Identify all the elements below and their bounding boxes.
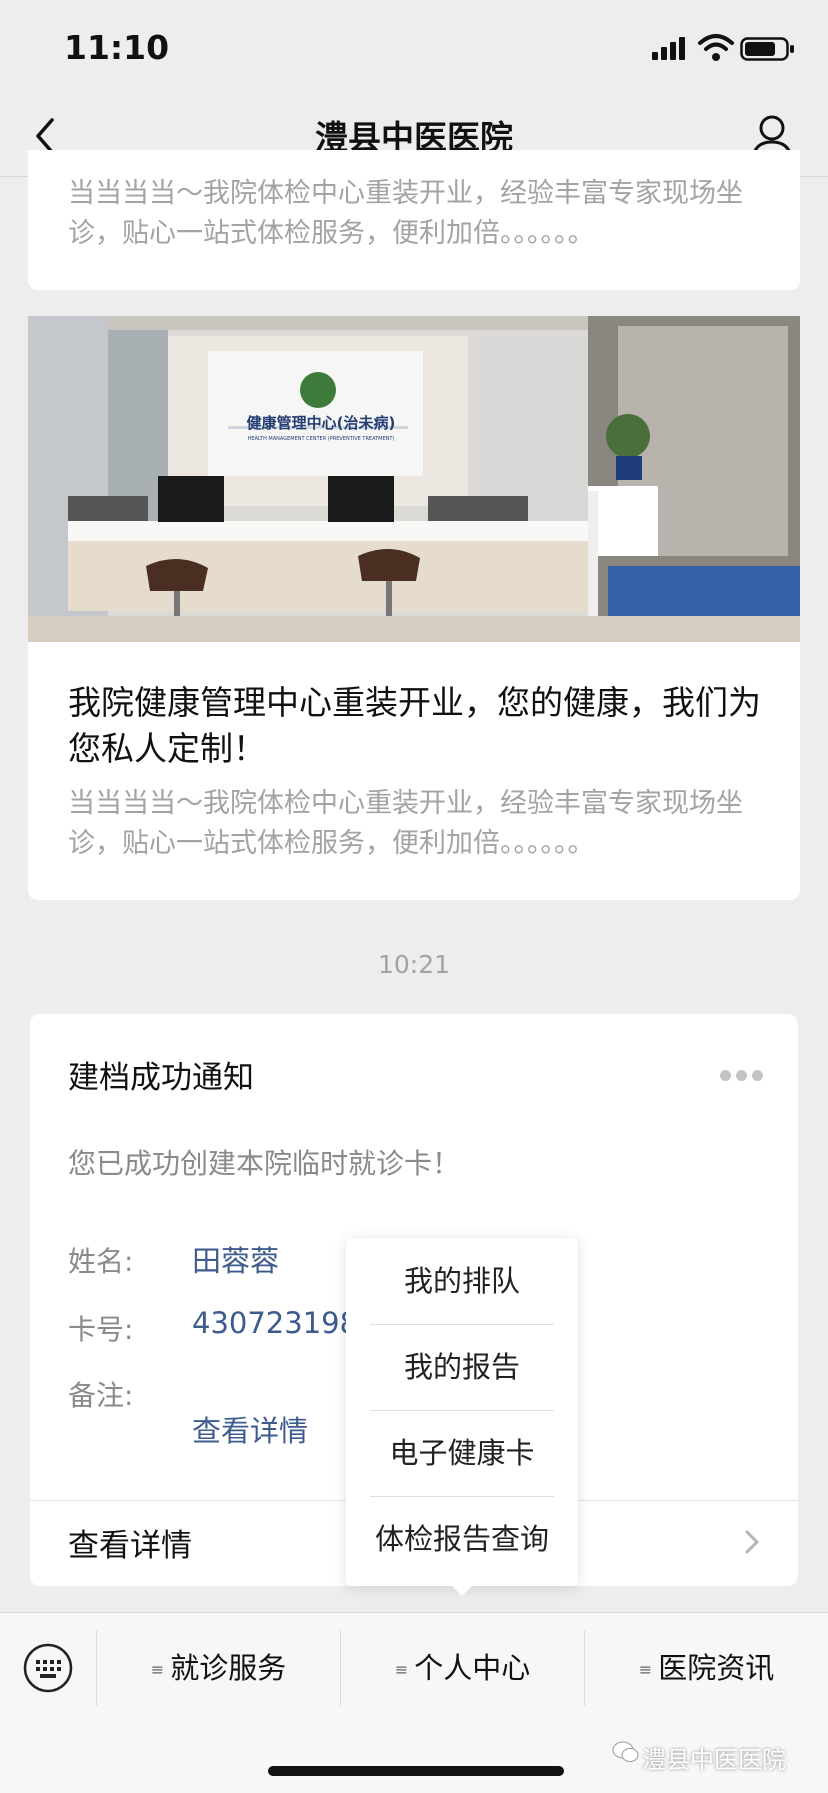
- bottom-menu-hospital-news[interactable]: ≡ 医院资讯: [585, 1628, 828, 1708]
- article-title[interactable]: 我院健康管理中心重装开业，您的健康，我们为您私人定制！: [68, 680, 768, 772]
- article-excerpt: 当当当当～我院体检中心重装开业，经验丰富专家现场坐诊，贴心一站式体检服务，便利加…: [68, 788, 743, 859]
- article-photo[interactable]: [28, 316, 800, 642]
- name-label: 姓名:: [68, 1245, 134, 1278]
- chevron-right-icon: [745, 1530, 759, 1554]
- status-time: 11:10: [64, 28, 170, 67]
- photo-sign-text: 健康管理中心(治未病): [246, 414, 396, 432]
- remark-value: 查看详情: [192, 1414, 309, 1448]
- wifi-icon: [698, 34, 734, 61]
- card-number-label: 卡号:: [68, 1313, 134, 1346]
- notice-text: 您已成功创建本院临时就诊卡！: [68, 1147, 461, 1180]
- popup-menu: 我的排队 我的报告 电子健康卡 体检报告查询: [346, 1238, 578, 1586]
- message-timestamp: 10:21: [377, 950, 451, 979]
- menu-item-e-health-card[interactable]: 电子健康卡: [346, 1410, 578, 1496]
- article-excerpt: 当当当当～我院体检中心重装开业，经验丰富专家现场坐诊，贴心一站式体检服务，便利加…: [68, 178, 743, 249]
- view-details-label: 查看详情: [68, 1528, 192, 1564]
- menu-glyph-icon: ≡: [638, 1660, 653, 1679]
- menu-item-checkup-report[interactable]: 体检报告查询: [346, 1496, 578, 1582]
- wechat-icon: [612, 1741, 639, 1762]
- signal-icon: [652, 37, 685, 60]
- menu-item-my-queue[interactable]: 我的排队: [346, 1238, 578, 1324]
- keyboard-icon[interactable]: [22, 1642, 74, 1694]
- notice-title: 建档成功通知: [68, 1060, 254, 1096]
- watermark: 澧县中医医院: [642, 1746, 786, 1774]
- battery-icon: [740, 37, 794, 61]
- name-value: 田蓉蓉: [192, 1244, 280, 1278]
- menu-glyph-icon: ≡: [150, 1660, 165, 1679]
- bottom-menu-personal-center[interactable]: ≡ 个人中心: [341, 1628, 584, 1708]
- more-icon[interactable]: [720, 1070, 764, 1084]
- home-indicator[interactable]: [268, 1766, 564, 1776]
- menu-item-my-report[interactable]: 我的报告: [346, 1324, 578, 1410]
- menu-glyph-icon: ≡: [394, 1660, 409, 1679]
- remark-label: 备注:: [68, 1379, 134, 1412]
- card-number-value: 430723198: [192, 1306, 359, 1340]
- popup-arrow: [448, 1582, 476, 1596]
- bottom-menu-visit-service[interactable]: ≡ 就诊服务: [97, 1628, 340, 1708]
- photo-sign-subtext: HEALTH MANAGEMENT CENTER (PREVENTIVE TRE…: [247, 436, 395, 442]
